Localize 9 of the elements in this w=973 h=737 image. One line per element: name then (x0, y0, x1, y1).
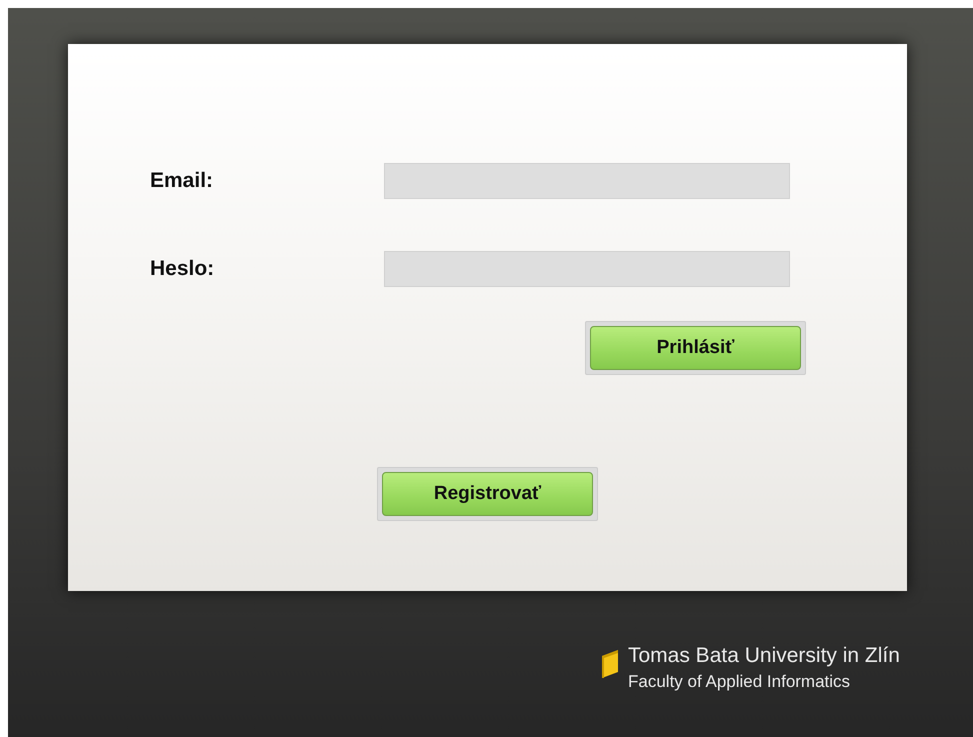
faculty-name: Faculty of Applied Informatics (628, 672, 852, 692)
field-label: Email: (150, 169, 214, 193)
register-button[interactable]: Registrovať (382, 472, 593, 516)
login-button[interactable]: Prihlásiť (590, 326, 801, 370)
university-name: Tomas Bata University in Zlín (628, 644, 900, 668)
field-label: Heslo: (150, 257, 216, 281)
book-icon (600, 650, 620, 678)
input-field[interactable] (384, 163, 790, 199)
input-field[interactable] (384, 251, 790, 287)
